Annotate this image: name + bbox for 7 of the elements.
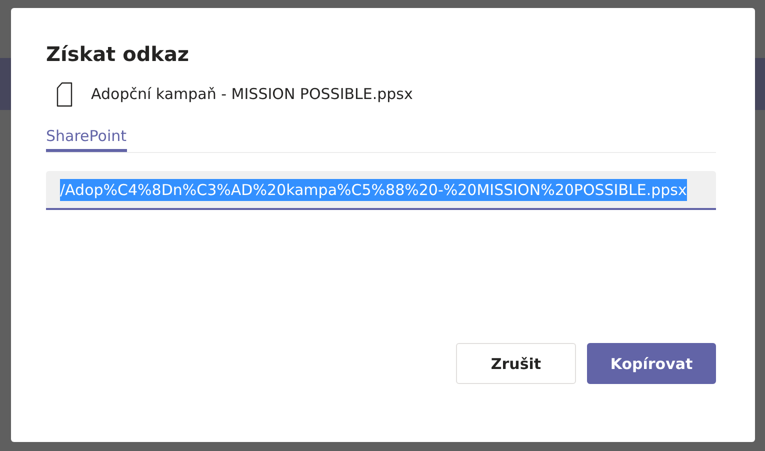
copy-button[interactable]: Kopírovat [587,343,716,384]
tab[interactable]: SharePoint [46,127,127,152]
file-name: Adopční kampaň - MISSION POSSIBLE.ppsx [91,85,413,103]
cancel-button[interactable]: Zrušit [456,343,576,384]
document-icon [56,82,73,106]
dialog-title: Získat odkaz [46,42,190,66]
link-field[interactable]: /Adop%C4%8Dn%C3%AD%20kampa%C5%88%20-%20MISSION%20POSSIBLE.ppsx [46,171,716,210]
